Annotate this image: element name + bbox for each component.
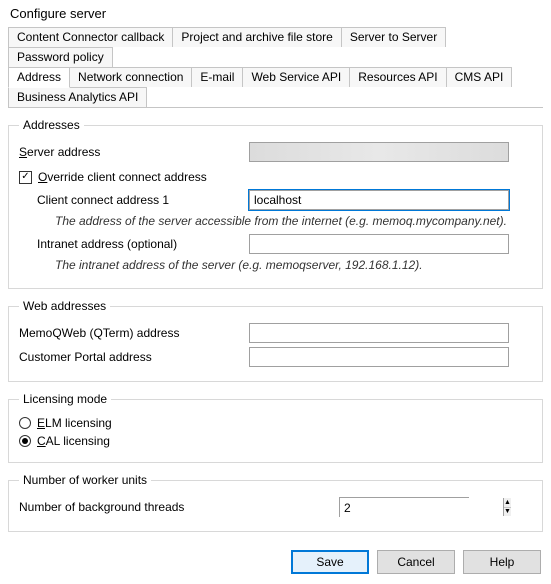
threads-down-icon[interactable]: ▼ (504, 508, 511, 517)
worker-units-legend: Number of worker units (19, 473, 151, 487)
threads-label: Number of background threads (19, 500, 339, 514)
memoqweb-label: MemoQWeb (QTerm) address (19, 326, 249, 340)
cancel-button[interactable]: Cancel (377, 550, 455, 574)
tab-content-connector-callback[interactable]: Content Connector callback (8, 27, 173, 47)
tab-web-service-api[interactable]: Web Service API (242, 67, 350, 87)
window-title: Configure server (8, 6, 543, 21)
tab-network-connection[interactable]: Network connection (69, 67, 192, 87)
configure-server-window: Configure server Content Connector callb… (0, 0, 551, 584)
help-button[interactable]: Help (463, 550, 541, 574)
worker-units-group: Number of worker units Number of backgro… (8, 473, 543, 532)
intranet-hint: The intranet address of the server (e.g.… (55, 258, 532, 272)
web-addresses-group: Web addresses MemoQWeb (QTerm) address C… (8, 299, 543, 382)
tab-server-to-server[interactable]: Server to Server (341, 27, 446, 47)
client-connect-input[interactable] (249, 190, 509, 210)
server-address-label: Server address (19, 145, 249, 159)
tab-cms-api[interactable]: CMS API (446, 67, 513, 87)
tab-project-archive-store[interactable]: Project and archive file store (172, 27, 341, 47)
licensing-group: Licensing mode ELM licensing CAL licensi… (8, 392, 543, 463)
cal-radio[interactable] (19, 435, 31, 447)
portal-input[interactable] (249, 347, 509, 367)
server-address-input[interactable] (249, 142, 509, 162)
elm-label: ELM licensing (37, 416, 112, 430)
cal-label: CAL licensing (37, 434, 110, 448)
save-button[interactable]: Save (291, 550, 369, 574)
web-addresses-legend: Web addresses (19, 299, 110, 313)
button-bar: Save Cancel Help (8, 544, 543, 576)
addresses-legend: Addresses (19, 118, 84, 132)
override-label: Override client connect address (38, 170, 207, 184)
threads-up-icon[interactable]: ▲ (504, 498, 511, 508)
intranet-label: Intranet address (optional) (19, 237, 249, 251)
portal-label: Customer Portal address (19, 350, 249, 364)
memoqweb-input[interactable] (249, 323, 509, 343)
tab-address[interactable]: Address (8, 67, 70, 88)
threads-spinner[interactable]: ▲ ▼ (339, 497, 469, 517)
tabs-row-1: Content Connector callback Project and a… (8, 27, 543, 67)
tab-panel-address: Addresses Server address ✓ Override clie… (8, 107, 543, 532)
licensing-legend: Licensing mode (19, 392, 111, 406)
tab-business-analytics-api[interactable]: Business Analytics API (8, 87, 147, 107)
tab-password-policy[interactable]: Password policy (8, 47, 113, 67)
client-connect-hint: The address of the server accessible fro… (55, 214, 532, 228)
addresses-group: Addresses Server address ✓ Override clie… (8, 118, 543, 289)
tabs-row-2: Address Network connection E-mail Web Se… (8, 67, 543, 107)
threads-input[interactable] (340, 498, 503, 518)
intranet-input[interactable] (249, 234, 509, 254)
tab-resources-api[interactable]: Resources API (349, 67, 446, 87)
override-checkbox[interactable]: ✓ (19, 171, 32, 184)
client-connect-label: Client connect address 1 (19, 193, 249, 207)
elm-radio[interactable] (19, 417, 31, 429)
tab-email[interactable]: E-mail (191, 67, 243, 87)
